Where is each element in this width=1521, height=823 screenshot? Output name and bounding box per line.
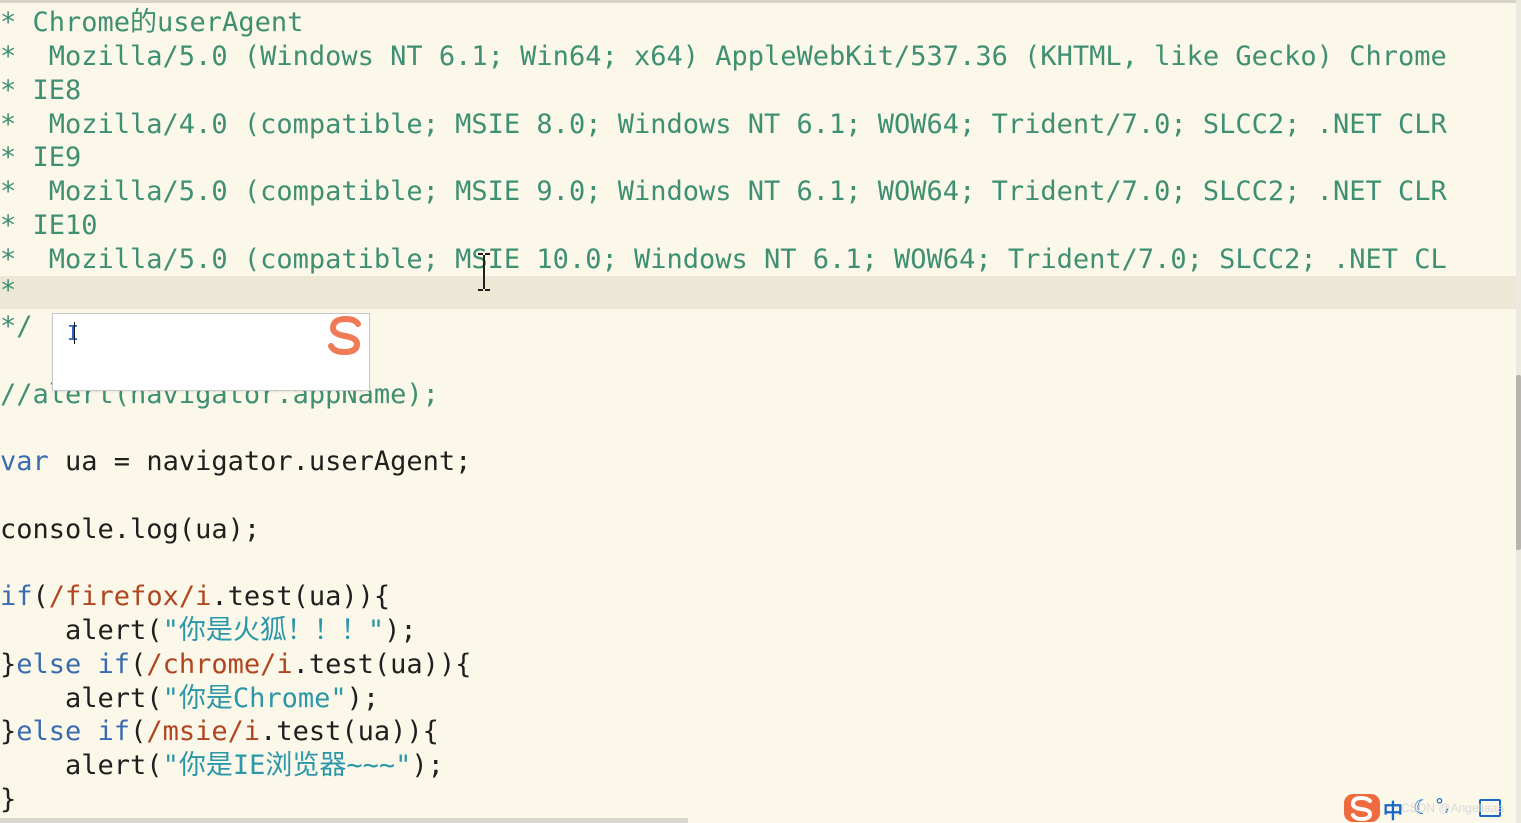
comment-line: * IE9 xyxy=(0,142,82,173)
else-if-chrome-line: }else if(/chrome/i.test(ua)){ xyxy=(0,648,1516,682)
comment-line: * Chrome的userAgent xyxy=(0,7,304,38)
closing-brace: } xyxy=(0,716,17,747)
ie-string: "你是IE浏览器~~~" xyxy=(162,750,412,781)
alert-call: alert( xyxy=(0,615,163,646)
test-call: .test(ua)){ xyxy=(211,581,391,612)
firefox-regex: /firefox/i xyxy=(48,581,212,612)
horizontal-scrollbar[interactable] xyxy=(0,818,688,823)
alert-close: ); xyxy=(411,750,444,781)
ime-candidate-popup[interactable]: I xyxy=(52,313,370,391)
else-if-msie-line: }else if(/msie/i.test(ua)){ xyxy=(0,715,1516,749)
comment-line: * IE8 xyxy=(0,75,82,106)
sogou-logo-icon xyxy=(328,316,361,356)
comment-line: * Mozilla/5.0 (Windows NT 6.1; Win64; x6… xyxy=(0,41,1447,72)
chrome-string: "你是Chrome" xyxy=(162,683,347,714)
comment-line: * xyxy=(0,275,17,306)
text-cursor-ibeam-icon xyxy=(478,253,490,291)
alert-chrome-line: alert("你是Chrome"); xyxy=(0,682,1516,716)
msie-regex: /msie/i xyxy=(146,716,261,747)
chrome-regex: /chrome/i xyxy=(146,649,293,680)
comment-line: * Mozilla/5.0 (compatible; MSIE 9.0; Win… xyxy=(0,176,1447,207)
paren-open: ( xyxy=(32,581,49,612)
ime-input-caret[interactable]: I xyxy=(67,321,79,345)
vertical-scrollbar[interactable] xyxy=(1516,0,1521,823)
code-editor[interactable]: * Chrome的userAgent * Mozilla/5.0 (Window… xyxy=(0,0,1521,823)
else-if-keyword: else if xyxy=(16,716,131,747)
comment-line: * Mozilla/5.0 (compatible; MSIE 10.0; Wi… xyxy=(0,244,1447,275)
vertical-scrollbar-thumb[interactable] xyxy=(1516,375,1521,550)
var-keyword: var xyxy=(0,446,49,477)
else-if-keyword: else if xyxy=(16,649,131,680)
alert-close: ); xyxy=(384,615,417,646)
paren-open: ( xyxy=(130,649,147,680)
alert-firefox-line: alert("你是火狐！！！"); xyxy=(0,614,1516,648)
final-closing-brace: } xyxy=(0,784,17,815)
sogou-tray-icon[interactable] xyxy=(1343,793,1381,823)
alert-call: alert( xyxy=(0,750,163,781)
var-assignment: ua = navigator.userAgent; xyxy=(48,446,472,477)
alert-ie-line: alert("你是IE浏览器~~~"); xyxy=(0,749,1516,783)
var-declaration-line: var ua = navigator.userAgent; xyxy=(0,445,1516,479)
test-call: .test(ua)){ xyxy=(260,716,439,747)
language-mode-indicator[interactable]: 中 xyxy=(1383,795,1403,823)
firefox-string: "你是火狐！！！" xyxy=(162,615,385,646)
comment-line: * Mozilla/4.0 (compatible; MSIE 8.0; Win… xyxy=(0,109,1447,140)
if-firefox-line: if(/firefox/i.test(ua)){ xyxy=(0,580,1516,614)
closing-brace: } xyxy=(0,649,17,680)
comment-line: * IE10 xyxy=(0,210,98,241)
watermark: CSDN @Angeliaaa xyxy=(1401,801,1504,815)
if-keyword: if xyxy=(0,581,33,612)
alert-call: alert( xyxy=(0,683,163,714)
alert-close: ); xyxy=(346,683,380,714)
test-call: .test(ua)){ xyxy=(292,649,472,680)
console-log-line: console.log(ua); xyxy=(0,514,261,545)
paren-open: ( xyxy=(130,716,147,747)
